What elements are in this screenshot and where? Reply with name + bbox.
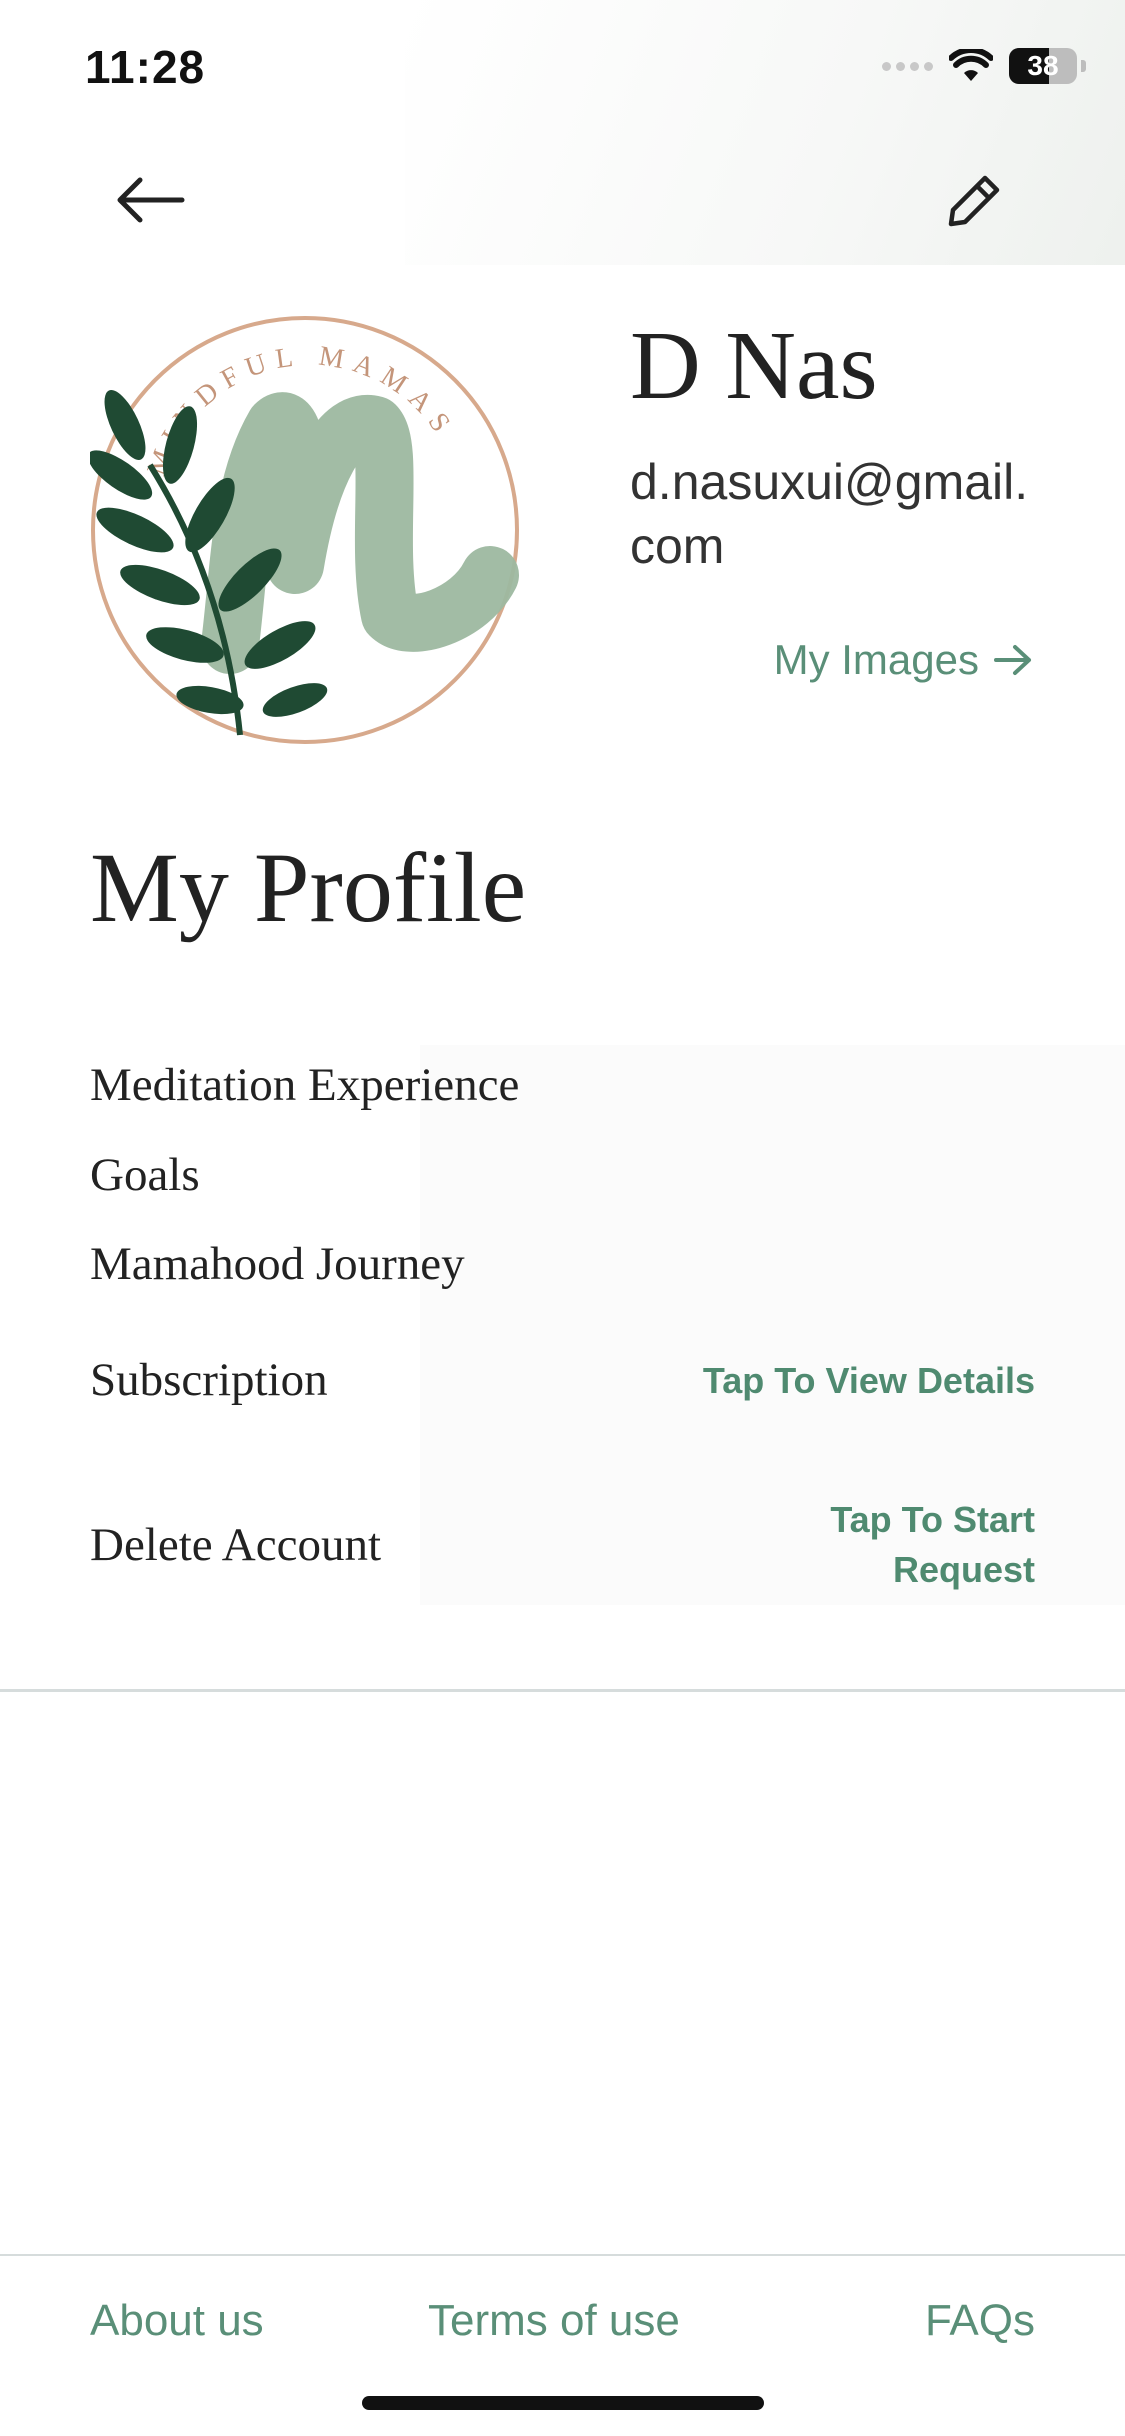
goals-item[interactable]: Goals [90, 1148, 200, 1202]
profile-email: d.nasuxui@gmail.com [630, 454, 1029, 574]
faqs-link[interactable]: FAQs [925, 2296, 1035, 2346]
terms-of-use-link[interactable]: Terms of use [428, 2296, 680, 2346]
delete-action-line-2: Request [892, 1549, 1035, 1590]
about-us-link[interactable]: About us [90, 2296, 264, 2346]
wifi-icon [949, 49, 993, 81]
footer-divider [0, 2254, 1125, 2256]
profile-name: D Nas [630, 312, 878, 420]
back-button[interactable] [95, 160, 205, 240]
delete-account-label: Delete Account [90, 1519, 382, 1571]
view-subscription-details-link[interactable]: Tap To View Details [703, 1356, 1035, 1406]
edit-profile-button[interactable] [930, 160, 1020, 240]
delete-action-line-1: Tap To Start [830, 1499, 1035, 1540]
arrow-right-icon [994, 645, 1031, 675]
mamahood-journey-item[interactable]: Mamahood Journey [90, 1237, 465, 1291]
my-images-label: My Images [773, 636, 979, 683]
status-time: 11:28 [85, 41, 206, 93]
cellular-signal-icon [882, 61, 933, 71]
status-icons: 38 [882, 46, 1086, 86]
arrow-left-icon [117, 177, 185, 223]
section-divider [0, 1689, 1125, 1692]
battery-level: 38 [1027, 50, 1059, 81]
page-title: My Profile [90, 832, 527, 943]
pencil-icon [948, 175, 1000, 227]
start-delete-request-link[interactable]: Tap To Start Request [830, 1495, 1035, 1595]
my-images-link[interactable]: My Images [774, 636, 1033, 684]
subscription-label: Subscription [90, 1354, 328, 1406]
meditation-experience-item[interactable]: Meditation Experience [90, 1058, 519, 1112]
mindful-mamas-logo: MINDFUL MAMAS [87, 315, 530, 755]
home-indicator[interactable] [362, 2396, 764, 2410]
battery-icon: 38 [1009, 48, 1086, 84]
